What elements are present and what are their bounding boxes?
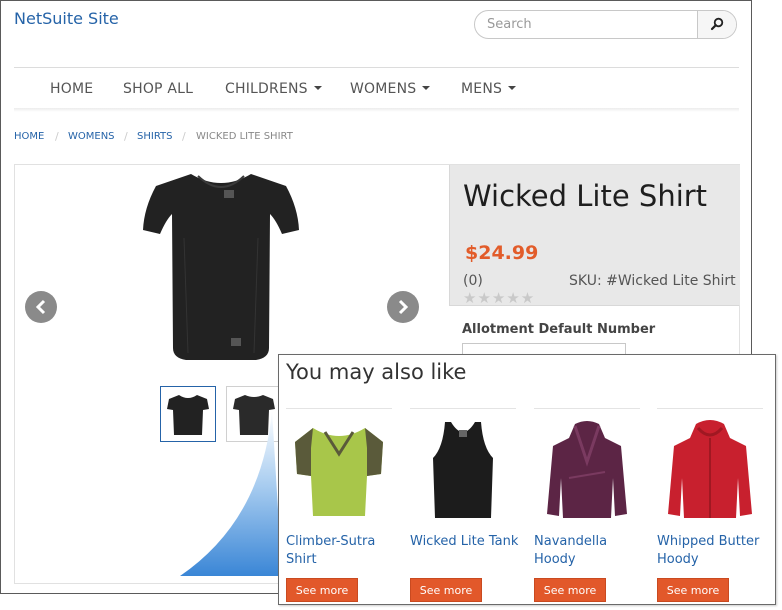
recommendation-name[interactable]: Whipped Butter Hoody <box>657 533 767 569</box>
recommendations-popup: You may also like Climber-Sutra Shirt Se… <box>278 354 776 605</box>
recommendation-name[interactable]: Climber-Sutra Shirt <box>286 533 396 569</box>
recommendations-title: You may also like <box>286 360 467 384</box>
see-more-button[interactable]: See more <box>410 578 482 602</box>
whipped-butter-hoody-image <box>668 420 752 518</box>
recommendation-name[interactable]: Navandella Hoody <box>534 533 644 569</box>
item-divider <box>410 408 516 409</box>
see-more-button[interactable]: See more <box>534 578 606 602</box>
item-divider <box>286 408 392 409</box>
item-divider <box>534 408 640 409</box>
recommendation-name[interactable]: Wicked Lite Tank <box>410 533 520 551</box>
see-more-button[interactable]: See more <box>286 578 358 602</box>
item-divider <box>657 408 763 409</box>
navandella-hoody-image <box>547 421 627 518</box>
see-more-button[interactable]: See more <box>657 578 729 602</box>
wicked-lite-tank-image <box>433 422 493 518</box>
climber-sutra-shirt-image <box>295 428 383 516</box>
